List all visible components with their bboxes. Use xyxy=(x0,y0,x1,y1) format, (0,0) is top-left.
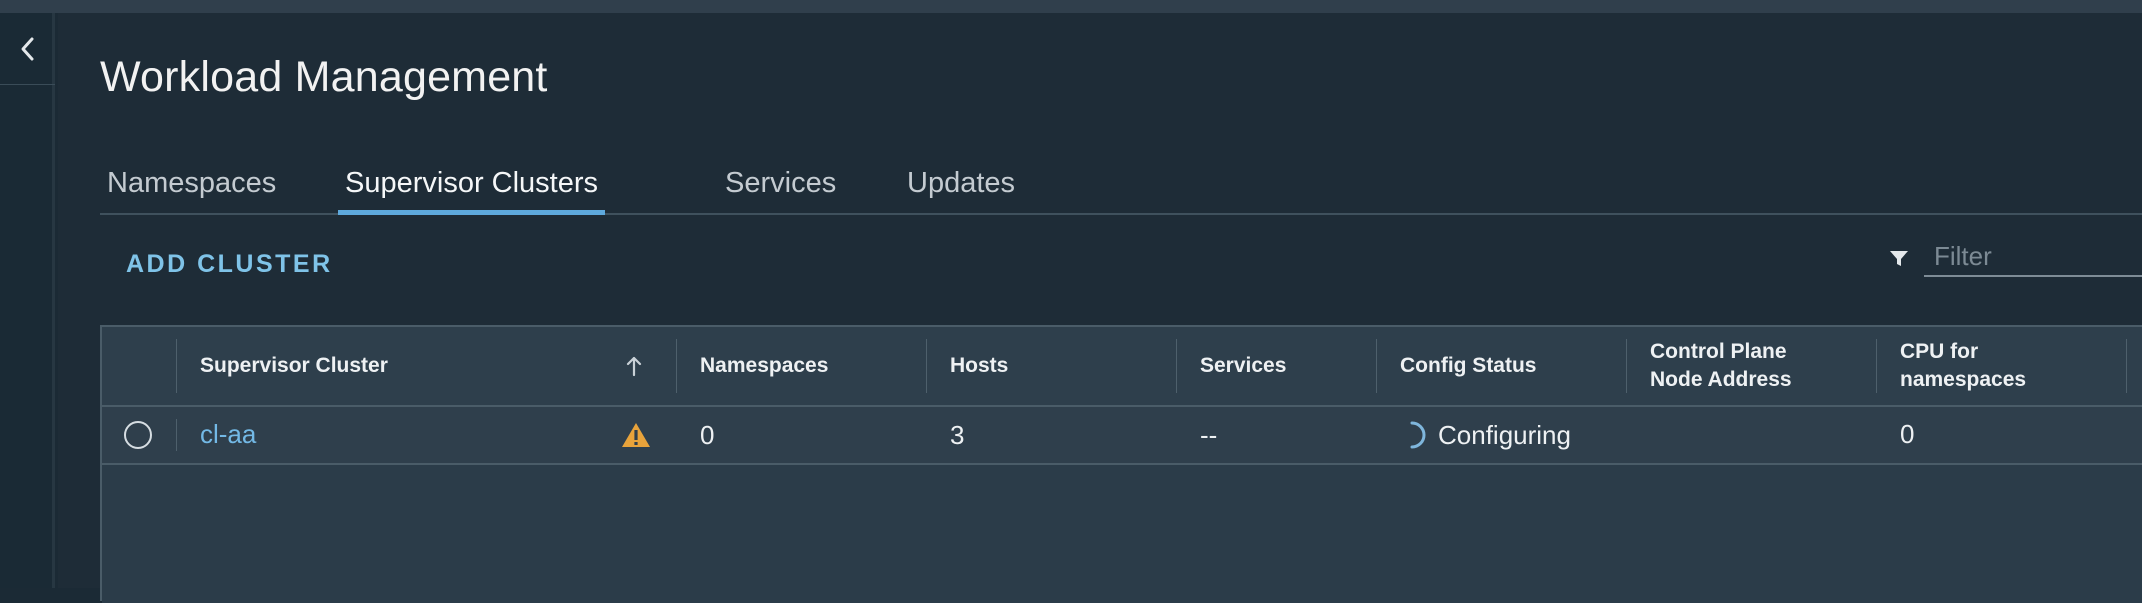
cell-cpu: 0 xyxy=(1900,407,2100,463)
services-value: -- xyxy=(1200,419,1218,450)
column-header-supervisor-cluster[interactable]: Supervisor Cluster xyxy=(200,327,600,405)
chevron-left-icon xyxy=(21,37,33,60)
cell-config-status: Configuring xyxy=(1406,407,1626,463)
supervisor-clusters-table: Supervisor Cluster Namespaces Hosts Serv… xyxy=(100,325,2142,603)
add-cluster-button[interactable]: ADD CLUSTER xyxy=(126,250,333,279)
column-header-label: CPU for namespaces xyxy=(1900,340,2027,391)
table-empty-area xyxy=(102,465,2142,603)
column-divider xyxy=(676,339,677,393)
tab-services[interactable]: Services xyxy=(718,167,843,215)
column-header-cpu[interactable]: CPU for namespaces xyxy=(1900,327,2100,405)
column-header-label: Hosts xyxy=(950,354,1009,377)
row-select-cell xyxy=(124,407,164,463)
filter-input[interactable] xyxy=(1924,237,2142,277)
config-status-text: Configuring xyxy=(1438,419,1571,450)
column-divider xyxy=(1376,339,1377,393)
column-header-control-plane[interactable]: Control Plane Node Address xyxy=(1650,327,1850,405)
row-select-radio[interactable] xyxy=(124,421,152,449)
filter-icon xyxy=(1890,251,1908,266)
column-header-hosts[interactable]: Hosts xyxy=(950,327,1170,405)
page-title: Workload Management xyxy=(100,53,548,101)
column-divider xyxy=(176,339,177,393)
namespaces-count: 0 xyxy=(700,419,715,450)
warning-icon[interactable] xyxy=(620,421,652,449)
main-content: Workload Management Namespaces Superviso… xyxy=(58,13,2142,603)
column-divider xyxy=(176,419,177,451)
cell-namespaces: 0 xyxy=(700,407,920,463)
cell-control-plane xyxy=(1650,407,1850,463)
column-header-services[interactable]: Services xyxy=(1200,327,1380,405)
sort-ascending-icon[interactable] xyxy=(626,355,642,377)
tab-supervisor-clusters[interactable]: Supervisor Clusters xyxy=(338,167,606,215)
column-divider xyxy=(1876,339,1877,393)
column-header-label: Supervisor Cluster xyxy=(200,354,388,377)
tab-updates[interactable]: Updates xyxy=(900,167,1022,215)
sidebar-collapse-button[interactable] xyxy=(0,13,55,85)
column-divider xyxy=(1626,339,1627,393)
cell-supervisor-cluster: cl-aa xyxy=(200,407,600,463)
column-header-label: Services xyxy=(1200,354,1287,377)
tab-bar: Namespaces Supervisor Clusters Services … xyxy=(100,151,2142,215)
column-header-namespaces[interactable]: Namespaces xyxy=(700,327,920,405)
column-header-config-status[interactable]: Config Status xyxy=(1400,327,1620,405)
cell-services: -- xyxy=(1200,407,1380,463)
column-divider xyxy=(2126,339,2127,393)
loading-spinner-icon xyxy=(1410,421,1426,449)
cluster-link[interactable]: cl-aa xyxy=(200,419,256,450)
cell-hosts: 3 xyxy=(950,407,1170,463)
tab-namespaces[interactable]: Namespaces xyxy=(100,167,283,215)
column-divider xyxy=(926,339,927,393)
column-divider xyxy=(1176,339,1177,393)
left-sidebar xyxy=(0,13,55,588)
column-header-label: Control Plane Node Address xyxy=(1650,340,1792,391)
column-header-label: Config Status xyxy=(1400,354,1537,377)
table-header: Supervisor Cluster Namespaces Hosts Serv… xyxy=(102,327,2142,407)
cpu-value: 0 xyxy=(1900,418,1915,449)
column-header-label: Namespaces xyxy=(700,354,829,377)
table-row[interactable]: cl-aa 0 3 -- Configuring 0 xyxy=(102,407,2142,465)
top-header-bar xyxy=(0,0,2142,13)
hosts-count: 3 xyxy=(950,419,965,450)
